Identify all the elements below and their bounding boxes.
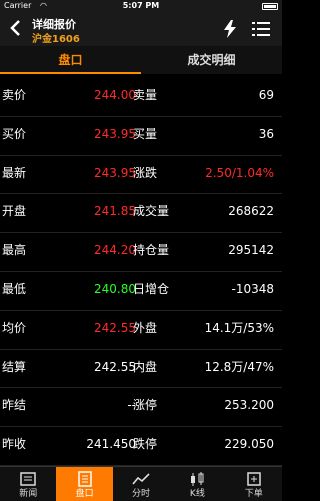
quote-label: 昨收 <box>2 437 27 452</box>
quote-value: 268622 <box>228 204 274 219</box>
status-time: 5:07 PM <box>122 1 160 10</box>
quote-value: 242.55 <box>94 359 136 374</box>
quote-label: 结算 <box>2 359 27 374</box>
list-icon <box>77 471 92 487</box>
quote-value: -10348 <box>231 282 274 296</box>
tabbar-label: 下单 <box>244 489 263 499</box>
contract-name: 沪金1606 <box>32 34 80 45</box>
quote-value: 241.85 <box>94 204 136 219</box>
quote-value: 241.450 <box>86 437 136 452</box>
tabbar-label: K线 <box>189 489 205 499</box>
quote-value: 242.55 <box>94 320 136 335</box>
line-chart-icon <box>132 473 150 485</box>
quote-value: 243.95 <box>94 165 136 180</box>
tabbar-item[interactable]: 盘口 <box>56 467 113 501</box>
battery-icon <box>262 3 278 10</box>
quote-label: 卖量 <box>133 88 158 102</box>
quote-label: 跌停 <box>133 437 158 452</box>
tabbar-item[interactable]: K线 <box>169 467 225 501</box>
tab-trade-details[interactable]: 成交明细 <box>141 46 282 74</box>
tabbar-label: 新闻 <box>19 489 38 499</box>
quote-value: 69 <box>258 88 274 102</box>
quote-value: 12.8万/47% <box>204 359 274 374</box>
quote-row: 最新 243.95 涨跌 2.50/1.04% <box>0 156 282 190</box>
nav-bar: 详细报价 沪金1606 <box>0 12 282 46</box>
quote-value: 295142 <box>228 243 274 258</box>
quote-label: 均价 <box>2 320 27 335</box>
quote-value: 2.50/1.04% <box>205 165 274 180</box>
tabbar-item[interactable]: 下单 <box>226 467 282 501</box>
quote-label: 成交量 <box>133 204 170 219</box>
quote-label: 昨结 <box>2 398 27 413</box>
quote-row: 均价 242.55 外盘 14.1万/53% <box>0 311 282 345</box>
quote-label: 卖价 <box>2 88 27 102</box>
quote-value: 229.050 <box>224 437 274 452</box>
lightning-icon[interactable] <box>222 20 238 38</box>
quote-row: 昨收 241.450 跌停 229.050 <box>0 427 282 461</box>
menu-icon[interactable] <box>252 21 270 37</box>
quote-value: 244.20 <box>94 243 136 258</box>
bottom-tab-bar: 新闻 盘口 分时 K线 下单 <box>0 466 282 501</box>
quote-row: 最低 240.80 日增仓 -10348 <box>0 272 282 306</box>
quote-value: 36 <box>258 126 274 141</box>
quote-value: 240.80 <box>94 282 136 296</box>
active-tab-indicator <box>0 72 141 74</box>
candlestick-icon <box>191 472 204 486</box>
quote-label: 开盘 <box>2 204 27 219</box>
back-icon[interactable] <box>8 18 24 38</box>
order-icon <box>247 472 261 486</box>
quote-row: 昨结 -- 涨停 253.200 <box>0 388 282 422</box>
quote-label: 最新 <box>2 165 27 180</box>
quote-value: 14.1万/53% <box>204 320 274 335</box>
tabbar-label: 盘口 <box>75 489 94 499</box>
quote-label: 外盘 <box>133 320 158 335</box>
quote-label: 最高 <box>2 243 27 258</box>
status-bar: Carrier ◠ 5:07 PM <box>0 0 282 12</box>
quote-label: 持仓量 <box>133 243 170 258</box>
quote-row: 最高 244.20 持仓量 295142 <box>0 233 282 267</box>
quote-label: 涨跌 <box>133 165 158 180</box>
news-icon <box>20 472 36 486</box>
quote-value: 243.95 <box>94 126 136 141</box>
quote-label: 买价 <box>2 126 27 141</box>
detail-tabs: 盘口 成交明细 <box>0 46 282 74</box>
quote-label: 涨停 <box>133 398 158 413</box>
quote-label: 内盘 <box>133 359 158 374</box>
quote-row: 卖价 244.00 卖量 69 <box>0 78 282 112</box>
tabbar-label: 分时 <box>131 489 150 499</box>
quote-label: 最低 <box>2 282 27 296</box>
quote-value: 244.00 <box>94 88 136 102</box>
quote-value: 253.200 <box>224 398 274 413</box>
quote-label: 日增仓 <box>133 282 170 296</box>
tabbar-item[interactable]: 分时 <box>113 467 169 501</box>
quote-row: 开盘 241.85 成交量 268622 <box>0 194 282 228</box>
tab-order-book[interactable]: 盘口 <box>0 46 141 74</box>
quote-row: 结算 242.55 内盘 12.8万/47% <box>0 350 282 384</box>
tabbar-item[interactable]: 新闻 <box>0 467 56 501</box>
quote-label: 买量 <box>133 126 158 141</box>
quote-row: 买价 243.95 买量 36 <box>0 117 282 151</box>
